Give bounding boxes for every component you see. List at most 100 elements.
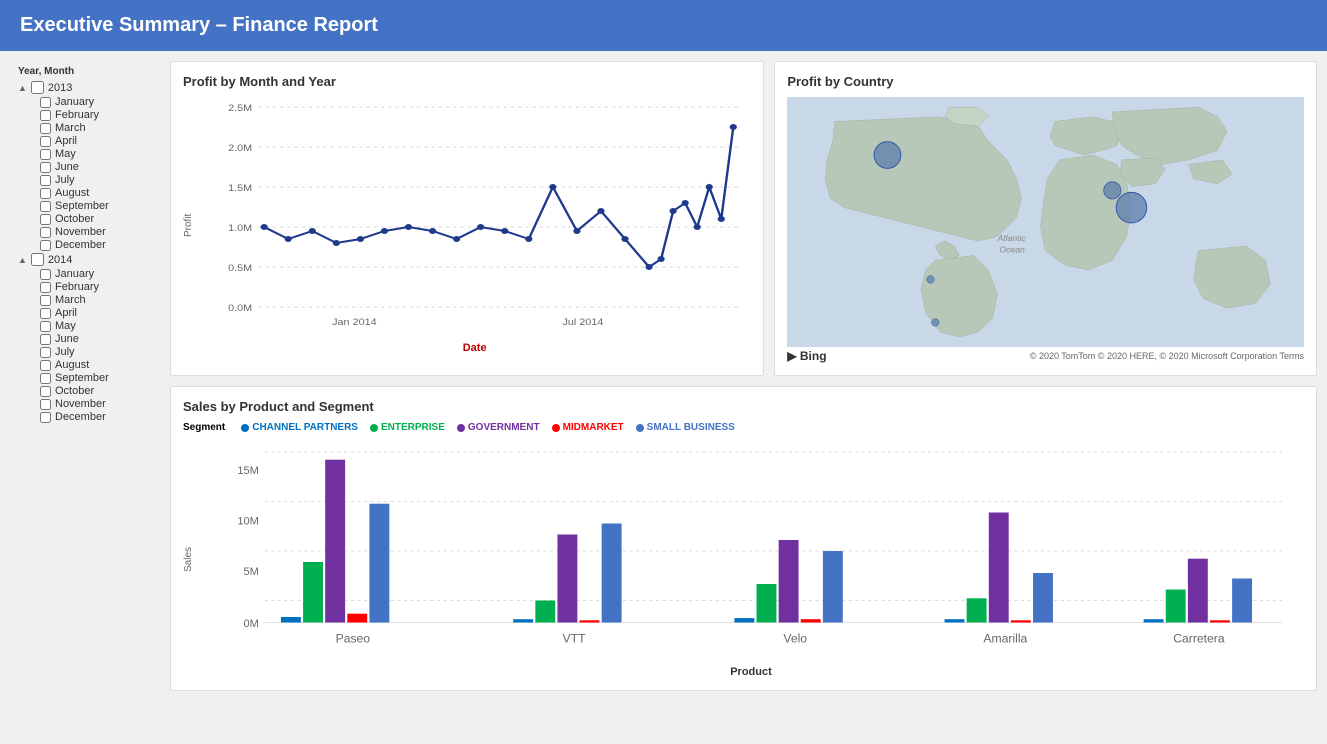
month-item-2014-July: July	[40, 346, 162, 358]
line-y-axis-label: Profit	[183, 97, 194, 354]
month-item-2013-November: November	[40, 226, 162, 238]
bar-chart-title: Sales by Product and Segment	[183, 399, 1304, 414]
svg-text:5M: 5M	[243, 566, 258, 578]
legend-item-ENTERPRISE: ENTERPRISE	[370, 422, 445, 433]
line-chart-title: Profit by Month and Year	[183, 74, 751, 89]
top-charts-row: Profit by Month and Year Profit	[170, 61, 1317, 376]
svg-text:Jul 2014: Jul 2014	[562, 318, 603, 328]
svg-text:0.5M: 0.5M	[228, 264, 252, 274]
month-checkbox-2014-January[interactable]	[40, 269, 51, 280]
map-chart-title: Profit by Country	[787, 74, 1304, 89]
month-label-2013-June: June	[55, 161, 79, 173]
month-item-2014-April: April	[40, 307, 162, 319]
month-checkbox-2014-November[interactable]	[40, 399, 51, 410]
month-checkbox-2014-December[interactable]	[40, 412, 51, 423]
legend-label-SMALL BUSINESS: SMALL BUSINESS	[647, 422, 735, 433]
svg-text:15M: 15M	[237, 465, 258, 477]
year-header-2014[interactable]: ▲ 2014	[18, 253, 162, 266]
month-label-2014-November: November	[55, 398, 106, 410]
legend-dot-ENTERPRISE	[370, 424, 378, 432]
year-checkbox-2013[interactable]	[31, 81, 44, 94]
collapse-icon-2013[interactable]: ▲	[18, 83, 27, 93]
month-checkbox-2014-May[interactable]	[40, 321, 51, 332]
month-checkbox-2014-August[interactable]	[40, 360, 51, 371]
month-checkbox-2013-May[interactable]	[40, 149, 51, 160]
month-checkbox-2013-April[interactable]	[40, 136, 51, 147]
year-checkbox-2014[interactable]	[31, 253, 44, 266]
svg-text:Ocean: Ocean	[1000, 245, 1026, 255]
month-checkbox-2014-September[interactable]	[40, 373, 51, 384]
month-label-2013-December: December	[55, 239, 106, 251]
legend-label-GOVERNMENT: GOVERNMENT	[468, 422, 540, 433]
month-checkbox-2014-October[interactable]	[40, 386, 51, 397]
month-checkbox-2013-July[interactable]	[40, 175, 51, 186]
svg-text:0.0M: 0.0M	[228, 304, 252, 314]
svg-text:1.5M: 1.5M	[228, 184, 252, 194]
line-chart-inner: 2.5M 2.0M 1.5M 1.0M 0.5M 0.0M Jan 2014 J…	[198, 97, 751, 354]
charts-area: Profit by Month and Year Profit	[170, 61, 1317, 691]
map-copyright: © 2020 TomTom © 2020 HERE, © 2020 Micros…	[1030, 351, 1304, 361]
legend-item-GOVERNMENT: GOVERNMENT	[457, 422, 540, 433]
month-checkbox-2013-March[interactable]	[40, 123, 51, 134]
month-checkbox-2013-June[interactable]	[40, 162, 51, 173]
legend-item-SMALL BUSINESS: SMALL BUSINESS	[636, 422, 735, 433]
month-checkbox-2014-March[interactable]	[40, 295, 51, 306]
month-checkbox-2013-August[interactable]	[40, 188, 51, 199]
month-label-2013-April: April	[55, 135, 77, 147]
map-container: Atlantic Ocean	[787, 97, 1304, 347]
year-header-2013[interactable]: ▲ 2013	[18, 81, 162, 94]
month-item-2014-March: March	[40, 294, 162, 306]
svg-text:Atlantic: Atlantic	[997, 233, 1027, 243]
month-label-2014-October: October	[55, 385, 94, 397]
legend-dot-CHANNEL PARTNERS	[241, 424, 249, 432]
month-label-2014-July: July	[55, 346, 75, 358]
bar-y-axis-label: Sales	[183, 441, 194, 678]
map-svg: Atlantic Ocean	[787, 97, 1304, 347]
month-item-2014-January: January	[40, 268, 162, 280]
sidebar-tree: ▲ 2013 January February March April May …	[18, 81, 162, 423]
svg-text:Jan 2014: Jan 2014	[332, 318, 377, 328]
month-item-2014-September: September	[40, 372, 162, 384]
legend-item-MIDMARKET: MIDMARKET	[552, 422, 624, 433]
svg-text:VTT: VTT	[563, 631, 587, 645]
month-label-2013-July: July	[55, 174, 75, 186]
month-item-2014-October: October	[40, 385, 162, 397]
month-checkbox-2013-February[interactable]	[40, 110, 51, 121]
month-item-2014-August: August	[40, 359, 162, 371]
month-item-2013-October: October	[40, 213, 162, 225]
month-item-2013-January: January	[40, 96, 162, 108]
segment-label: Segment	[183, 422, 225, 433]
month-label-2013-November: November	[55, 226, 106, 238]
month-checkbox-2013-November[interactable]	[40, 227, 51, 238]
month-checkbox-2013-September[interactable]	[40, 201, 51, 212]
page-header: Executive Summary – Finance Report	[0, 0, 1327, 51]
month-item-2014-November: November	[40, 398, 162, 410]
sidebar: Year, Month ▲ 2013 January February Marc…	[10, 61, 170, 691]
month-checkbox-2014-April[interactable]	[40, 308, 51, 319]
line-chart-container: Profit 2.5M 2.0M	[183, 97, 751, 354]
legend-dot-MIDMARKET	[552, 424, 560, 432]
month-label-2013-October: October	[55, 213, 94, 225]
month-label-2014-December: December	[55, 411, 106, 423]
collapse-icon-2014[interactable]: ▲	[18, 255, 27, 265]
month-checkbox-2013-October[interactable]	[40, 214, 51, 225]
month-item-2013-April: April	[40, 135, 162, 147]
month-checkbox-2014-February[interactable]	[40, 282, 51, 293]
month-label-2013-May: May	[55, 148, 76, 160]
month-checkbox-2013-December[interactable]	[40, 240, 51, 251]
month-checkbox-2014-July[interactable]	[40, 347, 51, 358]
svg-text:10M: 10M	[237, 516, 258, 528]
month-checkbox-2014-June[interactable]	[40, 334, 51, 345]
segment-legend: Segment CHANNEL PARTNERS ENTERPRISE GOVE…	[183, 422, 1304, 433]
legend-label-ENTERPRISE: ENTERPRISE	[381, 422, 445, 433]
map-footer: ▶ Bing © 2020 TomTom © 2020 HERE, © 2020…	[787, 349, 1304, 363]
svg-text:1.0M: 1.0M	[228, 224, 252, 234]
legend-dot-GOVERNMENT	[457, 424, 465, 432]
month-label-2014-February: February	[55, 281, 99, 293]
month-label-2014-May: May	[55, 320, 76, 332]
page-title: Executive Summary – Finance Report	[20, 14, 378, 36]
month-checkbox-2013-January[interactable]	[40, 97, 51, 108]
month-label-2014-April: April	[55, 307, 77, 319]
line-x-axis-label: Date	[198, 342, 751, 354]
month-item-2014-December: December	[40, 411, 162, 423]
